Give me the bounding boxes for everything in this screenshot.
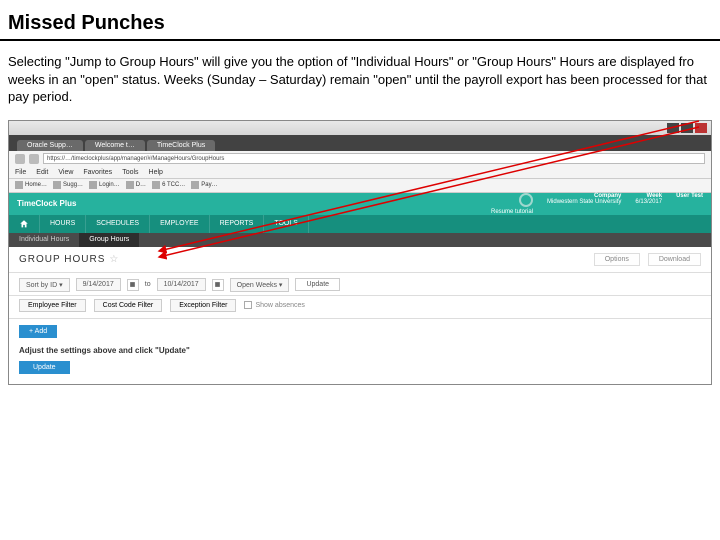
period-select[interactable]: Open Weeks ▾ [230, 278, 290, 292]
menu-view[interactable]: View [58, 169, 73, 176]
update-button[interactable]: Update [295, 278, 340, 291]
nav-home[interactable] [9, 215, 40, 233]
calendar-icon[interactable] [127, 279, 139, 291]
prompt-text: Adjust the settings above and click "Upd… [9, 344, 711, 357]
browser-tabs: Oracle Supp… Welcome t… TimeClock Plus [9, 135, 711, 151]
bookmark-icon [152, 181, 160, 189]
tutorial-link[interactable]: Resume tutorial [491, 193, 533, 215]
week-info: Week 6/13/2017 [635, 193, 662, 215]
bookmark-bar: Home… Sugg… Login… D… 6 TCC… Pay… [9, 179, 711, 193]
maximize-button[interactable] [681, 123, 693, 133]
costcode-filter-button[interactable]: Cost Code Filter [94, 299, 163, 312]
date-from-input[interactable]: 9/14/2017 [76, 278, 121, 291]
sub-nav: Individual Hours Group Hours [9, 233, 711, 247]
exception-filter-button[interactable]: Exception Filter [170, 299, 236, 312]
bookmark-icon [126, 181, 134, 189]
nav-tools[interactable]: TOOLS [264, 215, 309, 233]
show-absences-checkbox[interactable]: Show absences [244, 301, 304, 309]
window-titlebar [9, 121, 711, 135]
bookmark-item[interactable]: Login… [89, 181, 120, 189]
nav-schedules[interactable]: SCHEDULES [86, 215, 150, 233]
page-header: GROUP HOURS ☆ Options Download [9, 247, 711, 273]
bookmark-item[interactable]: D… [126, 181, 146, 189]
address-bar-row: https://…/timeclockplus/app/manager/#/Ma… [9, 151, 711, 167]
document-body: Selecting "Jump to Group Hours" will giv… [0, 53, 720, 120]
close-button[interactable] [695, 123, 707, 133]
to-label: to [145, 281, 151, 288]
options-button[interactable]: Options [594, 253, 640, 266]
brand-logo: TimeClock Plus [17, 199, 76, 208]
date-to-input[interactable]: 10/14/2017 [157, 278, 206, 291]
bookmark-icon [15, 181, 23, 189]
subnav-individual-hours[interactable]: Individual Hours [9, 233, 79, 247]
minimize-button[interactable] [667, 123, 679, 133]
filter-row-filters: Employee Filter Cost Code Filter Excepti… [9, 296, 711, 319]
calendar-icon[interactable] [212, 279, 224, 291]
bookmark-item[interactable]: Sugg… [53, 181, 83, 189]
nav-employee[interactable]: EMPLOYEE [150, 215, 210, 233]
address-input[interactable]: https://…/timeclockplus/app/manager/#/Ma… [43, 153, 705, 164]
nav-hours[interactable]: HOURS [40, 215, 86, 233]
browser-tab[interactable]: Welcome t… [85, 140, 145, 151]
add-button[interactable]: + Add [19, 325, 57, 338]
main-nav: HOURS SCHEDULES EMPLOYEE REPORTS TOOLS [9, 215, 711, 233]
update-button-main[interactable]: Update [19, 361, 70, 374]
browser-tab[interactable]: TimeClock Plus [147, 140, 215, 151]
question-icon [519, 193, 533, 207]
bookmark-item[interactable]: 6 TCC… [152, 181, 185, 189]
home-icon [19, 219, 29, 229]
bookmark-icon [89, 181, 97, 189]
nav-reports[interactable]: REPORTS [210, 215, 265, 233]
document-title: Missed Punches [0, 0, 720, 41]
page-title: GROUP HOURS ☆ [19, 254, 119, 265]
action-row: + Add [9, 319, 711, 344]
app-screenshot: Oracle Supp… Welcome t… TimeClock Plus h… [8, 120, 712, 385]
bookmark-icon [191, 181, 199, 189]
employee-filter-button[interactable]: Employee Filter [19, 299, 86, 312]
download-button[interactable]: Download [648, 253, 701, 266]
back-icon[interactable] [15, 154, 25, 164]
subnav-group-hours[interactable]: Group Hours [79, 233, 139, 247]
menu-help[interactable]: Help [149, 169, 163, 176]
app-header: TimeClock Plus Resume tutorial Company M… [9, 193, 711, 215]
user-info[interactable]: User Test [676, 193, 703, 215]
menu-favorites[interactable]: Favorites [83, 169, 112, 176]
star-icon[interactable]: ☆ [109, 254, 119, 265]
bookmark-item[interactable]: Pay… [191, 181, 217, 189]
browser-menu: File Edit View Favorites Tools Help [9, 167, 711, 179]
forward-icon[interactable] [29, 154, 39, 164]
company-info: Company Midwestern State University [547, 193, 621, 215]
menu-edit[interactable]: Edit [36, 169, 48, 176]
sort-select[interactable]: Sort by ID ▾ [19, 278, 70, 292]
menu-file[interactable]: File [15, 169, 26, 176]
browser-tab[interactable]: Oracle Supp… [17, 140, 83, 151]
filter-row-dates: Sort by ID ▾ 9/14/2017 to 10/14/2017 Ope… [9, 273, 711, 296]
bookmark-icon [53, 181, 61, 189]
bookmark-item[interactable]: Home… [15, 181, 47, 189]
menu-tools[interactable]: Tools [122, 169, 138, 176]
checkbox-icon [244, 301, 252, 309]
